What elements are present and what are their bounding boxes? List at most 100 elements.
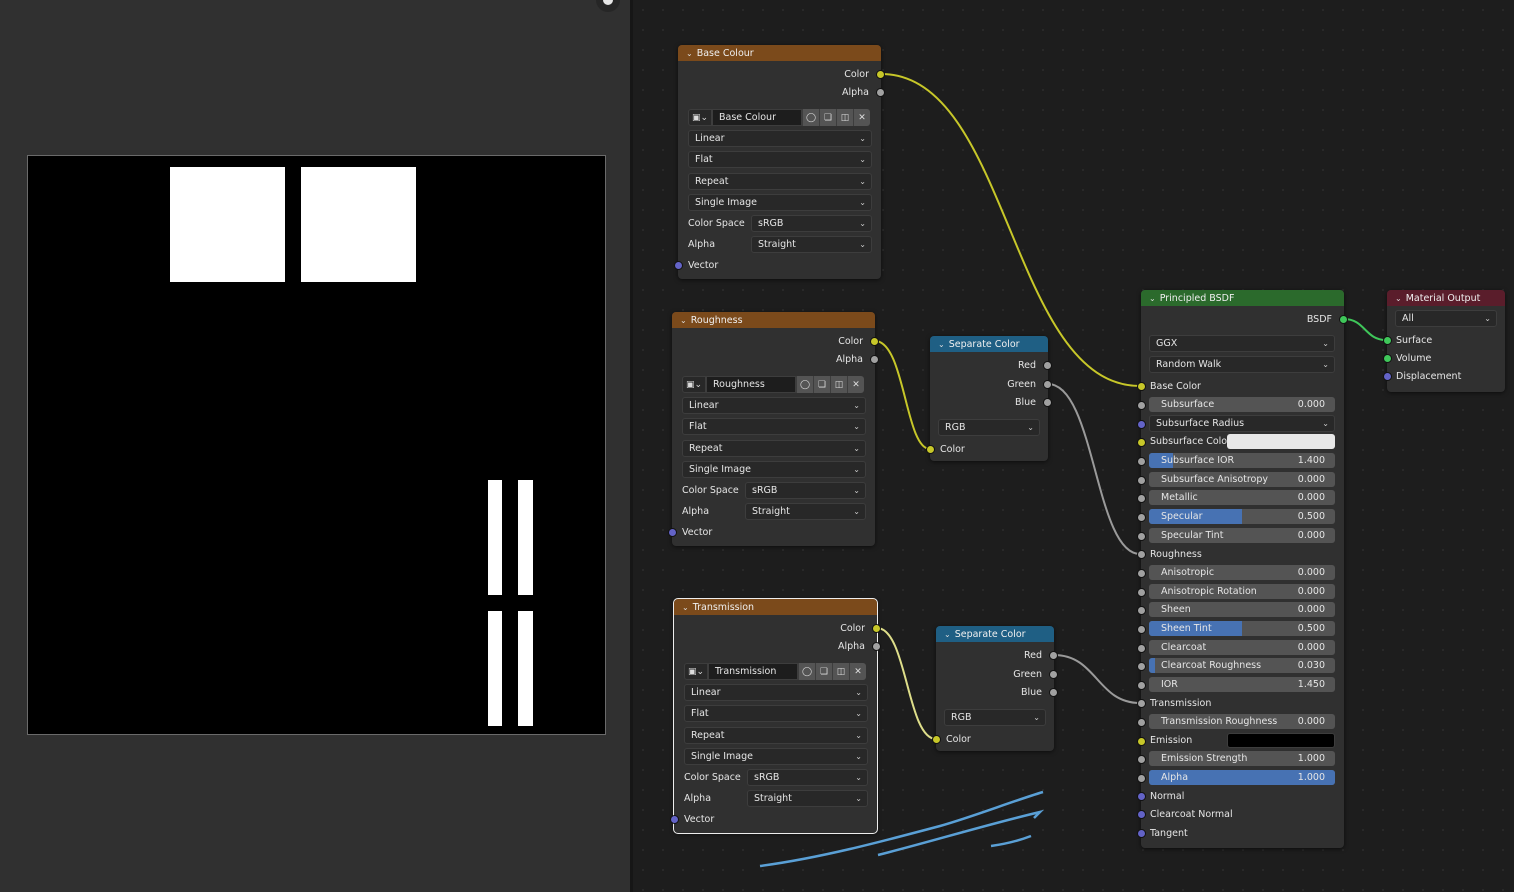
socket-emission-in[interactable] <box>1137 737 1146 746</box>
socket-surface-in[interactable] <box>1383 335 1392 345</box>
image-name-field[interactable]: Roughness <box>706 376 796 393</box>
node-roughness[interactable]: ⌄ Roughness Color Alpha ▣⌄ Roughness ◯ ❏ … <box>668 312 879 546</box>
fake-user-shield-icon[interactable]: ◯ <box>802 109 819 126</box>
socket-bsdf-out[interactable] <box>1339 314 1348 324</box>
node-header[interactable]: ⌄ Separate Color <box>930 336 1048 352</box>
image-name-field[interactable]: Base Colour <box>712 109 802 126</box>
clearcoat-slider[interactable]: Clearcoat 0.000 <box>1149 640 1335 655</box>
node-header[interactable]: ⌄ Separate Color <box>936 626 1054 642</box>
alpha-dropdown[interactable]: Straight ⌄ <box>745 503 866 520</box>
socket-subsurface-radius-in[interactable] <box>1137 420 1146 429</box>
projection-dropdown[interactable]: Flat ⌄ <box>688 151 872 168</box>
sheen-tint-slider[interactable]: Sheen Tint 0.500 <box>1149 621 1335 636</box>
socket-roughness-in[interactable] <box>1137 549 1146 559</box>
socket-color-out[interactable] <box>876 69 885 79</box>
anisotropic-slider[interactable]: Anisotropic 0.000 <box>1149 565 1335 580</box>
mode-dropdown[interactable]: RGB ⌄ <box>938 419 1040 436</box>
interpolation-dropdown[interactable]: Linear ⌄ <box>684 684 868 701</box>
socket-vector-in[interactable] <box>670 814 679 824</box>
node-base-colour[interactable]: ⌄ Base Colour Color Alpha ▣⌄ Base Colour … <box>674 45 885 279</box>
emission-strength-slider[interactable]: Emission Strength 1.000 <box>1149 751 1335 766</box>
socket-alpha-out[interactable] <box>870 354 879 364</box>
socket-base-color-in[interactable] <box>1137 381 1146 391</box>
extension-dropdown[interactable]: Repeat ⌄ <box>688 173 872 190</box>
target-dropdown[interactable]: All ⌄ <box>1395 310 1497 327</box>
chevron-down-icon[interactable]: ⌄ <box>682 603 689 612</box>
socket-color-in[interactable] <box>926 444 935 454</box>
socket-color-out[interactable] <box>870 336 879 346</box>
source-dropdown[interactable]: Single Image ⌄ <box>688 194 872 211</box>
node-separate-color-2[interactable]: ⌄ Separate Color Red Green Blue RGB ⌄ Colo… <box>932 626 1058 751</box>
open-image-icon[interactable]: ◫ <box>830 376 847 393</box>
mode-dropdown[interactable]: RGB ⌄ <box>944 709 1046 726</box>
source-dropdown[interactable]: Single Image ⌄ <box>682 461 866 478</box>
chevron-down-icon[interactable]: ⌄ <box>1149 294 1156 303</box>
socket-volume-in[interactable] <box>1383 353 1392 363</box>
socket-subsurface-ior-in[interactable] <box>1137 457 1146 466</box>
extension-dropdown[interactable]: Repeat ⌄ <box>682 440 866 457</box>
node-material-output[interactable]: ⌄ Material Output All ⌄ Surface Volume Dis… <box>1383 290 1505 392</box>
close-icon[interactable]: ✕ <box>847 376 864 393</box>
extension-dropdown[interactable]: Repeat ⌄ <box>684 727 868 744</box>
subsurface-slider[interactable]: Subsurface 0.000 <box>1149 397 1335 412</box>
sheen-slider[interactable]: Sheen 0.000 <box>1149 602 1335 617</box>
specular-tint-slider[interactable]: Specular Tint 0.000 <box>1149 528 1335 543</box>
fake-user-shield-icon[interactable]: ◯ <box>798 663 815 680</box>
interpolation-dropdown[interactable]: Linear ⌄ <box>682 397 866 414</box>
socket-sheen-tint-in[interactable] <box>1137 625 1146 634</box>
image-preview[interactable] <box>27 155 606 735</box>
node-header[interactable]: ⌄ Material Output <box>1387 290 1505 306</box>
node-header[interactable]: ⌄ Roughness <box>672 312 875 328</box>
socket-metallic-in[interactable] <box>1137 494 1146 503</box>
subsurface-method-dropdown[interactable]: Random Walk ⌄ <box>1149 356 1335 373</box>
node-separate-color-1[interactable]: ⌄ Separate Color Red Green Blue RGB ⌄ Colo… <box>926 336 1052 461</box>
close-icon[interactable]: ✕ <box>853 109 870 126</box>
color-space-dropdown[interactable]: sRGB ⌄ <box>747 769 868 786</box>
emission-color-swatch[interactable] <box>1227 733 1335 748</box>
socket-displacement-in[interactable] <box>1383 371 1392 381</box>
subsurface-anisotropy-slider[interactable]: Subsurface Anisotropy 0.000 <box>1149 472 1335 487</box>
interpolation-dropdown[interactable]: Linear ⌄ <box>688 130 872 147</box>
node-header[interactable]: ⌄ Base Colour <box>678 45 881 61</box>
distribution-dropdown[interactable]: GGX ⌄ <box>1149 335 1335 352</box>
alpha-slider[interactable]: Alpha 1.000 <box>1149 770 1335 785</box>
open-image-icon[interactable]: ◫ <box>832 663 849 680</box>
socket-subsurface-in[interactable] <box>1137 401 1146 410</box>
socket-subsurface-color-in[interactable] <box>1137 438 1146 447</box>
specular-slider[interactable]: Specular 0.500 <box>1149 509 1335 524</box>
socket-color-out[interactable] <box>872 623 881 633</box>
socket-alpha-in[interactable] <box>1137 774 1146 783</box>
image-selector[interactable]: ▣⌄ Roughness ◯ ❏ ◫ ✕ <box>682 376 864 393</box>
chevron-down-icon[interactable]: ⌄ <box>944 630 951 639</box>
image-selector[interactable]: ▣⌄ Transmission ◯ ❏ ◫ ✕ <box>684 663 866 680</box>
duplicate-icon[interactable]: ❏ <box>813 376 830 393</box>
chevron-down-icon[interactable]: ⌄ <box>938 340 945 349</box>
duplicate-icon[interactable]: ❏ <box>819 109 836 126</box>
image-selector[interactable]: ▣⌄ Base Colour ◯ ❏ ◫ ✕ <box>688 109 870 126</box>
subsurface-radius-dropdown[interactable]: Subsurface Radius ⌄ <box>1149 415 1335 432</box>
socket-clearcoat-in[interactable] <box>1137 644 1146 653</box>
duplicate-icon[interactable]: ❏ <box>815 663 832 680</box>
image-type-icon[interactable]: ▣⌄ <box>688 109 712 126</box>
socket-blue-out[interactable] <box>1043 397 1052 407</box>
socket-ior-in[interactable] <box>1137 681 1146 690</box>
metallic-slider[interactable]: Metallic 0.000 <box>1149 490 1335 505</box>
socket-red-out[interactable] <box>1049 650 1058 660</box>
socket-green-out[interactable] <box>1049 669 1058 679</box>
socket-alpha-out[interactable] <box>876 87 885 97</box>
socket-color-in[interactable] <box>932 734 941 744</box>
chevron-down-icon[interactable]: ⌄ <box>686 49 693 58</box>
socket-vector-in[interactable] <box>668 527 677 537</box>
fake-user-shield-icon[interactable]: ◯ <box>796 376 813 393</box>
socket-anisotropic-in[interactable] <box>1137 569 1146 578</box>
subsurface-color-swatch[interactable] <box>1227 434 1335 449</box>
socket-specular-in[interactable] <box>1137 513 1146 522</box>
image-type-icon[interactable]: ▣⌄ <box>682 376 706 393</box>
node-principled-bsdf[interactable]: ⌄ Principled BSDF BSDF GGX ⌄ Random Walk ⌄ … <box>1137 290 1348 848</box>
socket-alpha-out[interactable] <box>872 641 881 651</box>
socket-transmission-in[interactable] <box>1137 698 1146 708</box>
source-dropdown[interactable]: Single Image ⌄ <box>684 748 868 765</box>
socket-tangent-in[interactable] <box>1137 828 1146 838</box>
alpha-dropdown[interactable]: Straight ⌄ <box>751 236 872 253</box>
color-space-dropdown[interactable]: sRGB ⌄ <box>751 215 872 232</box>
